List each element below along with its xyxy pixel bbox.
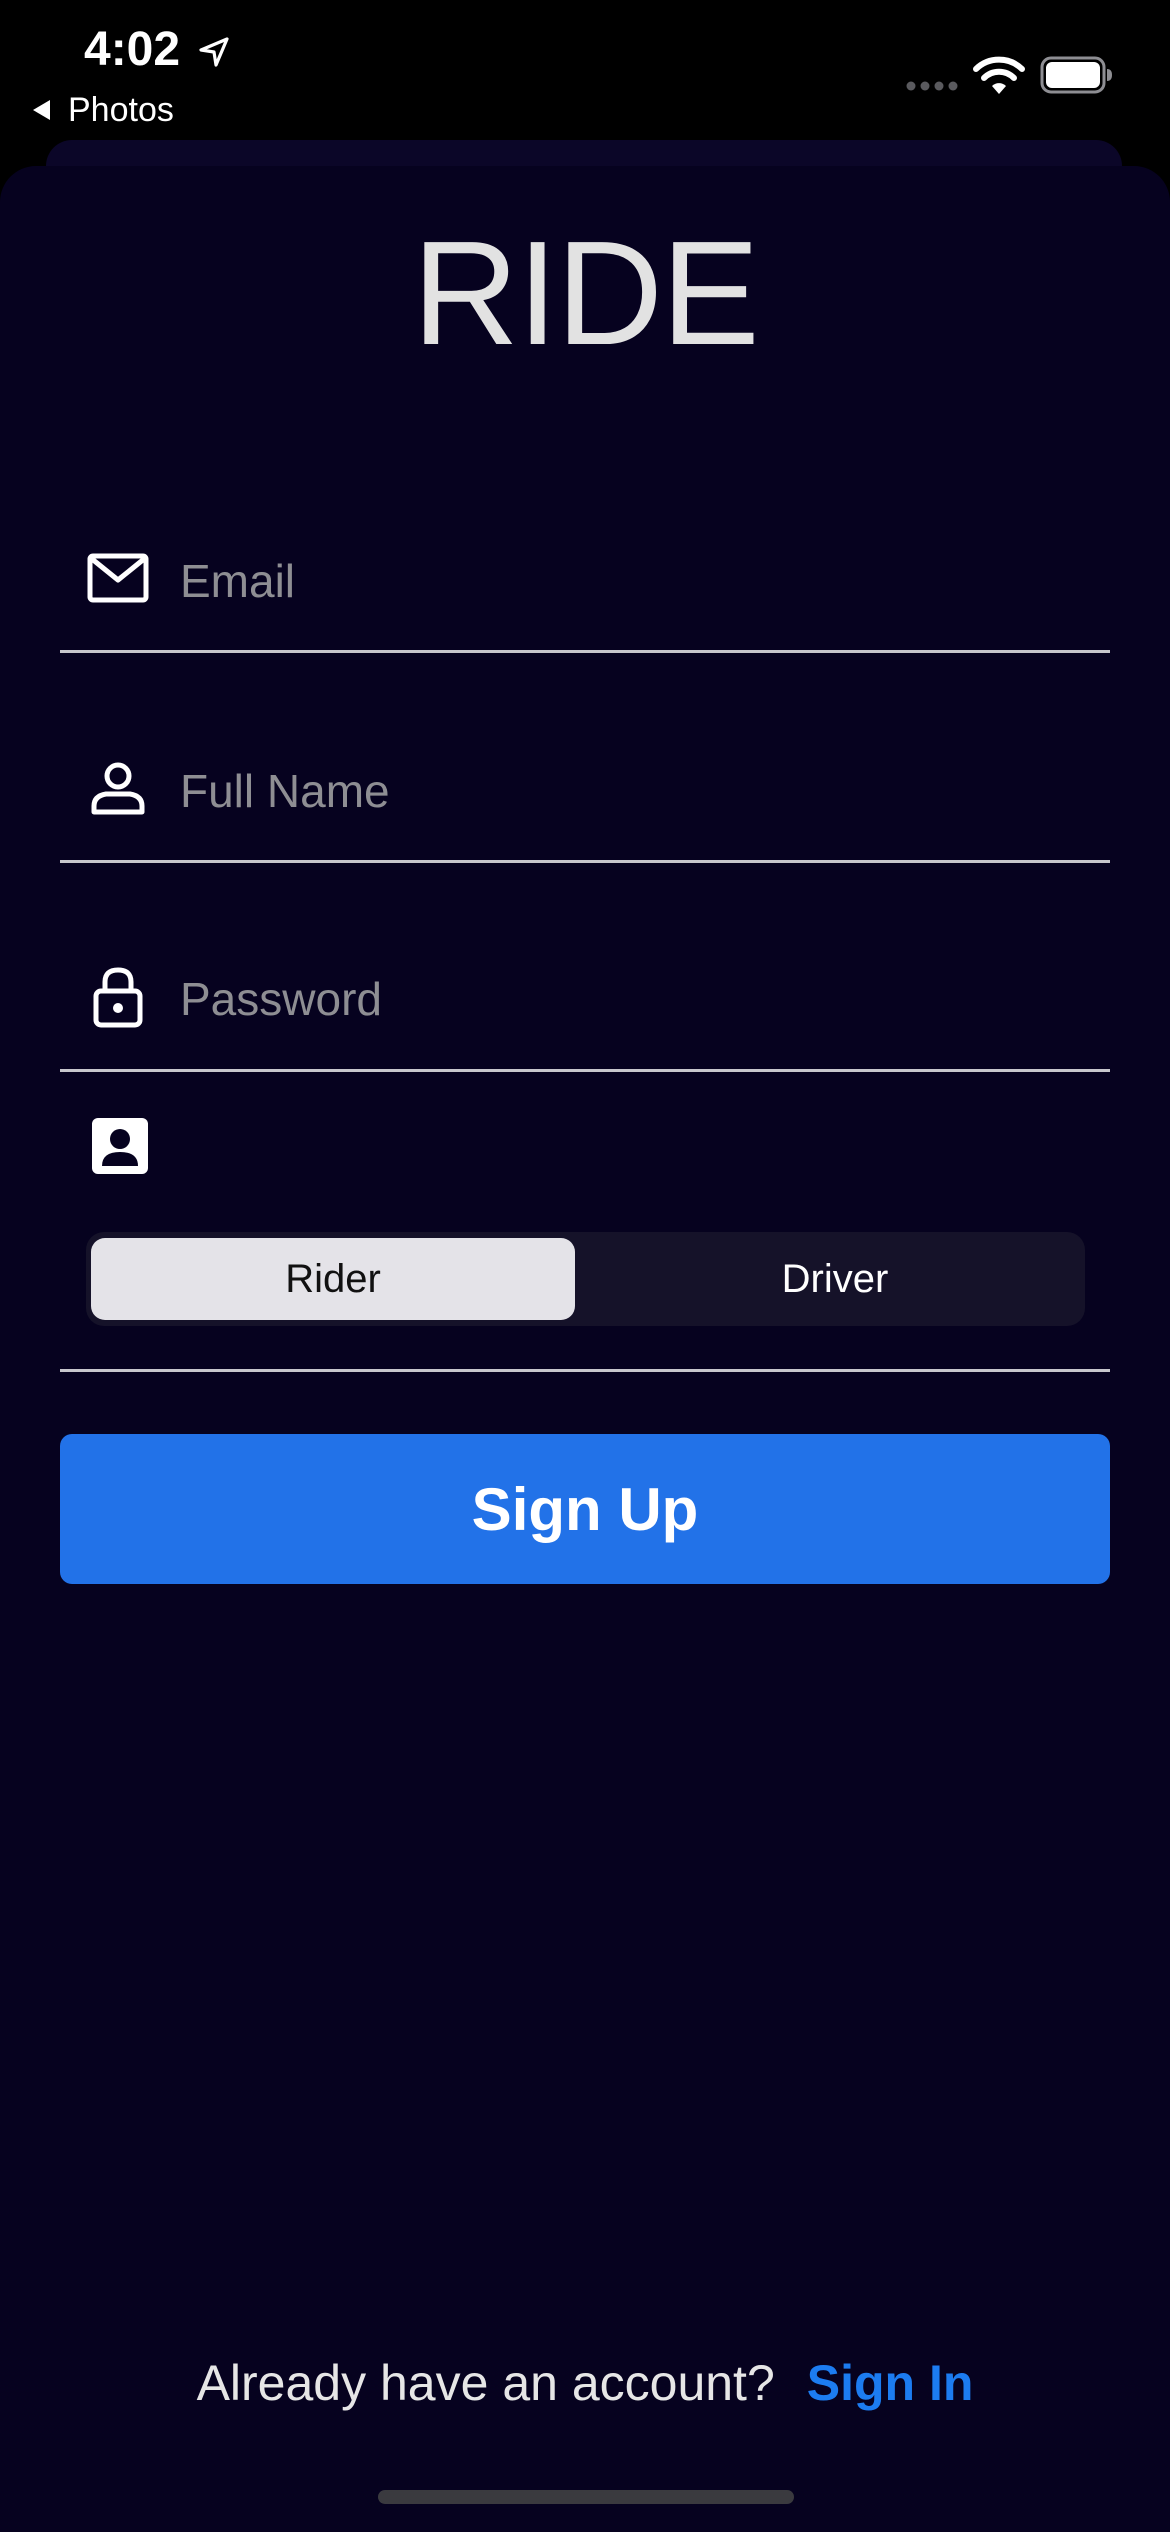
wifi-icon (973, 56, 1025, 94)
sign-up-button[interactable]: Sign Up (60, 1434, 1110, 1584)
cellular-signal-icon (906, 81, 958, 91)
full-name-divider (60, 860, 1110, 863)
back-to-photos-link[interactable]: Photos (30, 90, 174, 130)
battery-icon (1040, 56, 1112, 94)
app-title: RIDE (412, 211, 760, 376)
home-indicator[interactable] (378, 2490, 794, 2504)
status-time: 4:02 (84, 23, 181, 76)
account-type-divider (60, 1369, 1110, 1372)
password-field[interactable] (180, 964, 1080, 1034)
person-icon (91, 762, 145, 815)
envelope-icon (87, 553, 149, 603)
screen: 4:02 Photos RIDE Email Full Name Rider D… (0, 0, 1170, 2532)
email-field[interactable] (180, 546, 1080, 616)
account-type-segmented-control: Rider Driver (86, 1232, 1085, 1326)
person-card-icon (92, 1118, 148, 1174)
full-name-field[interactable] (180, 756, 1080, 826)
lock-icon (93, 967, 143, 1028)
segment-driver[interactable]: Driver (593, 1238, 1077, 1320)
segment-rider[interactable]: Rider (91, 1238, 575, 1320)
back-triangle-icon (33, 100, 50, 120)
password-divider (60, 1069, 1110, 1072)
sign-in-prompt: Already have an account? Sign In (0, 2350, 1170, 2416)
signup-sheet (0, 166, 1170, 2532)
email-divider (60, 650, 1110, 653)
sign-in-link[interactable]: Sign In (807, 2354, 974, 2412)
sign-in-prompt-text: Already have an account? (196, 2355, 775, 2411)
location-arrow-icon (199, 37, 229, 67)
back-label: Photos (68, 91, 174, 129)
